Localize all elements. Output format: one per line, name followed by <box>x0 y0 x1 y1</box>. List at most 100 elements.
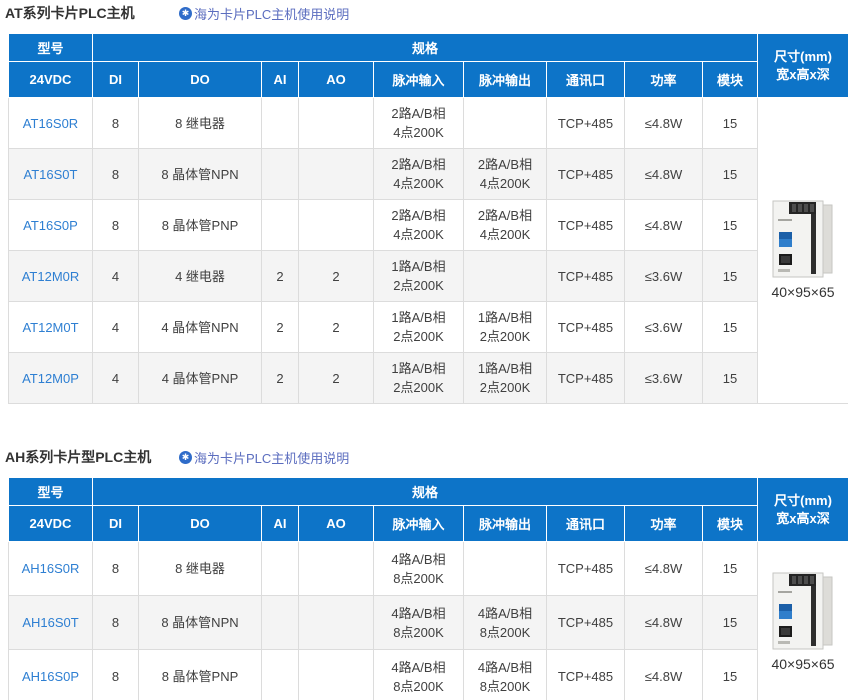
spec-row: AT12M0T44 晶体管NPN221路A/B相2点200K1路A/B相2点20… <box>9 302 848 353</box>
col-header-comm-port: 通讯口 <box>547 506 625 542</box>
module-cell: 15 <box>703 650 758 700</box>
model-link[interactable]: AT16S0P <box>23 218 78 233</box>
model-link[interactable]: AH16S0R <box>22 561 80 576</box>
ai-cell: 2 <box>262 353 299 404</box>
comm-port-cell: TCP+485 <box>547 542 625 596</box>
model-link[interactable]: AT12M0R <box>22 269 80 284</box>
power-cell: ≤3.6W <box>625 302 703 353</box>
model-link[interactable]: AT12M0T <box>22 320 78 335</box>
usage-doc-link[interactable]: ✱海为卡片PLC主机使用说明 <box>179 448 349 467</box>
model-cell: AH16S0P <box>9 650 93 700</box>
pulse-input-cell: 2路A/B相4点200K <box>374 98 464 149</box>
col-header-24vdc: 24VDC <box>9 506 93 542</box>
ah-spec-table: 型号 规格 尺寸(mm) 宽x高x深 24VDC DI DO AI AO 脉冲输… <box>8 477 848 700</box>
do-cell: 8 晶体管PNP <box>139 650 262 700</box>
power-cell: ≤3.6W <box>625 353 703 404</box>
ai-cell <box>262 149 299 200</box>
ao-cell <box>299 98 374 149</box>
ao-cell <box>299 542 374 596</box>
pulse-output-cell: 4路A/B相8点200K <box>464 596 547 650</box>
model-header: 型号 <box>9 478 93 506</box>
col-header-pulse-output: 脉冲输出 <box>464 506 547 542</box>
ao-cell <box>299 200 374 251</box>
do-cell: 8 继电器 <box>139 542 262 596</box>
section-header: AT系列卡片PLC主机 ✱海为卡片PLC主机使用说明 <box>5 4 848 22</box>
spec-row: AH16S0P88 晶体管PNP4路A/B相8点200K4路A/B相8点200K… <box>9 650 848 700</box>
col-header-pulse-input: 脉冲输入 <box>374 506 464 542</box>
model-cell: AT16S0R <box>9 98 93 149</box>
model-cell: AH16S0R <box>9 542 93 596</box>
di-cell: 4 <box>93 353 139 404</box>
dimension-text: 40×95×65 <box>771 655 834 674</box>
pulse-output-cell: 1路A/B相2点200K <box>464 302 547 353</box>
spec-row: AT12M0R44 继电器221路A/B相2点200KTCP+485≤3.6W1… <box>9 251 848 302</box>
module-cell: 15 <box>703 542 758 596</box>
pulse-input-cell: 4路A/B相8点200K <box>374 596 464 650</box>
model-link[interactable]: AT12M0P <box>22 371 79 386</box>
model-cell: AT16S0T <box>9 149 93 200</box>
pulse-input-cell: 2路A/B相4点200K <box>374 200 464 251</box>
section-header: AH系列卡片型PLC主机 ✱海为卡片PLC主机使用说明 <box>5 448 848 466</box>
col-header-ao: AO <box>299 506 374 542</box>
power-cell: ≤3.6W <box>625 251 703 302</box>
size-header: 尺寸(mm) 宽x高x深 <box>758 34 848 98</box>
comm-port-cell: TCP+485 <box>547 353 625 404</box>
dimension-text: 40×95×65 <box>771 283 834 302</box>
size-cell: 40×95×65 <box>758 98 848 404</box>
di-cell: 8 <box>93 542 139 596</box>
power-cell: ≤4.8W <box>625 650 703 700</box>
ai-cell <box>262 542 299 596</box>
col-header-power: 功率 <box>625 62 703 98</box>
model-link[interactable]: AH16S0T <box>22 615 78 630</box>
model-cell: AT12M0R <box>9 251 93 302</box>
ao-cell <box>299 650 374 700</box>
module-cell: 15 <box>703 200 758 251</box>
ai-cell <box>262 596 299 650</box>
model-link[interactable]: AH16S0P <box>22 669 79 684</box>
pulse-input-cell: 1路A/B相2点200K <box>374 251 464 302</box>
pulse-input-cell: 2路A/B相4点200K <box>374 149 464 200</box>
comm-port-cell: TCP+485 <box>547 200 625 251</box>
model-link[interactable]: AT16S0T <box>24 167 78 182</box>
module-cell: 15 <box>703 353 758 404</box>
pulse-output-cell <box>464 98 547 149</box>
ai-cell <box>262 98 299 149</box>
size-header: 尺寸(mm) 宽x高x深 <box>758 478 848 542</box>
di-cell: 8 <box>93 200 139 251</box>
model-link[interactable]: AT16S0R <box>23 116 78 131</box>
usage-doc-link[interactable]: ✱海为卡片PLC主机使用说明 <box>179 4 349 23</box>
spec-row: AT16S0R88 继电器2路A/B相4点200KTCP+485≤4.8W15 … <box>9 98 848 149</box>
comm-port-cell: TCP+485 <box>547 251 625 302</box>
usage-doc-link-label: 海为卡片PLC主机使用说明 <box>194 4 349 23</box>
pulse-input-cell: 4路A/B相8点200K <box>374 542 464 596</box>
size-header-line2: 宽x高x深 <box>758 66 848 84</box>
section-at-series: AT系列卡片PLC主机 ✱海为卡片PLC主机使用说明 型号 规格 尺寸(mm) … <box>0 4 848 404</box>
model-cell: AT12M0T <box>9 302 93 353</box>
ao-cell <box>299 596 374 650</box>
ao-cell <box>299 149 374 200</box>
di-cell: 8 <box>93 98 139 149</box>
ai-cell: 2 <box>262 302 299 353</box>
do-cell: 8 晶体管NPN <box>139 149 262 200</box>
plc-product-photo <box>772 199 834 279</box>
di-cell: 8 <box>93 650 139 700</box>
pulse-input-cell: 1路A/B相2点200K <box>374 353 464 404</box>
col-header-di: DI <box>93 62 139 98</box>
module-cell: 15 <box>703 302 758 353</box>
size-header-line1: 尺寸(mm) <box>758 48 848 66</box>
size-header-line1: 尺寸(mm) <box>758 492 848 510</box>
model-cell: AT16S0P <box>9 200 93 251</box>
comm-port-cell: TCP+485 <box>547 650 625 700</box>
col-header-ai: AI <box>262 506 299 542</box>
model-cell: AH16S0T <box>9 596 93 650</box>
col-header-do: DO <box>139 62 262 98</box>
col-header-24vdc: 24VDC <box>9 62 93 98</box>
gear-badge-icon: ✱ <box>179 451 192 464</box>
col-header-module: 模块 <box>703 506 758 542</box>
section-ah-series: AH系列卡片型PLC主机 ✱海为卡片PLC主机使用说明 型号 规格 尺寸(mm)… <box>0 448 848 700</box>
plc-product-photo <box>772 571 834 651</box>
gear-badge-icon: ✱ <box>179 7 192 20</box>
pulse-output-cell: 2路A/B相4点200K <box>464 200 547 251</box>
ao-cell: 2 <box>299 251 374 302</box>
plc-spec-page: AT系列卡片PLC主机 ✱海为卡片PLC主机使用说明 型号 规格 尺寸(mm) … <box>0 0 848 700</box>
